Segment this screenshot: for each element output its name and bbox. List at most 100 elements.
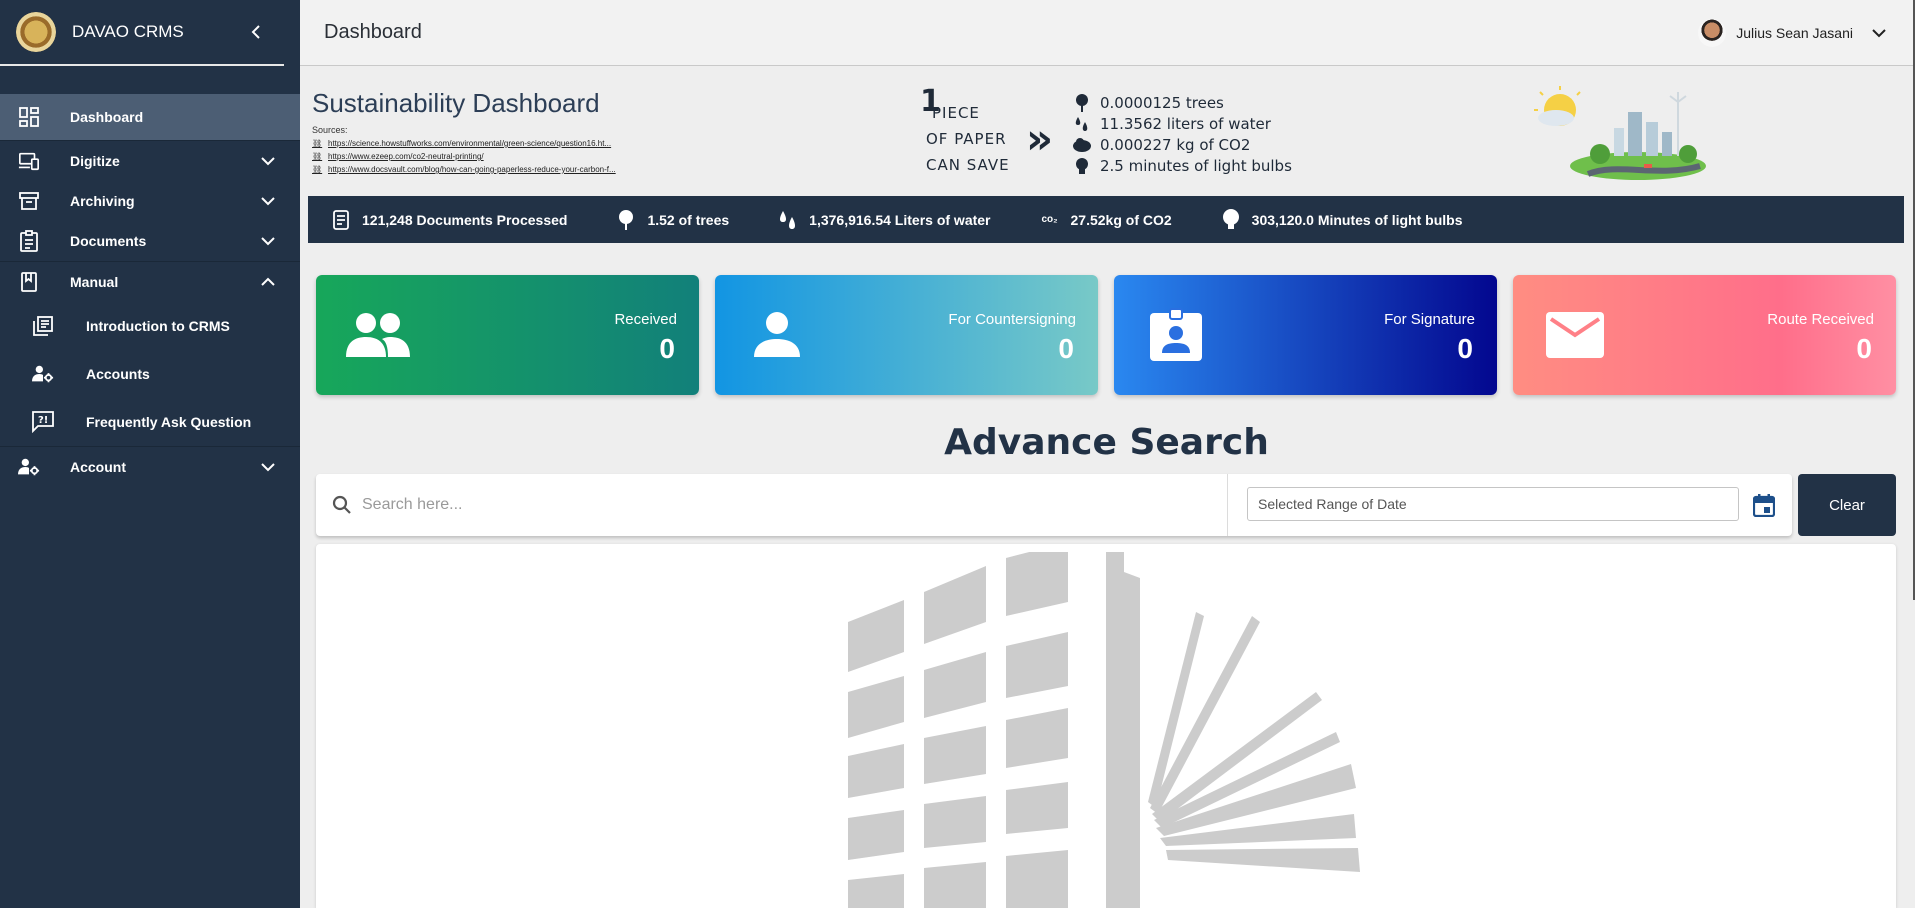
sidebar-item-label: Accounts — [86, 366, 150, 382]
sidebar-item-label: Archiving — [70, 193, 135, 209]
mail-icon — [1541, 307, 1609, 363]
calendar-icon — [1753, 494, 1775, 517]
card-value: 0 — [1058, 333, 1074, 364]
chevron-down-icon — [258, 231, 278, 251]
card-label: For Signature — [1384, 311, 1475, 328]
avatar — [1698, 18, 1727, 47]
card-label: Route Received — [1767, 311, 1874, 328]
tree-icon — [615, 209, 637, 231]
advance-search-title: Advance Search — [944, 422, 1269, 463]
dashboard-icon — [18, 106, 40, 128]
page-title: Dashboard — [324, 21, 422, 43]
main-content: Sustainability Dashboard Sources: ⛓ https… — [300, 66, 1913, 908]
card-label: For Countersigning — [948, 311, 1076, 328]
stat-water: 1,376,916.54 Liters of water — [777, 209, 991, 231]
card-value: 0 — [1457, 333, 1473, 364]
sidebar-item-faq[interactable]: ?! Frequently Ask Question — [0, 398, 300, 446]
badge-icon — [1142, 307, 1210, 363]
sidebar-item-label: Account — [70, 459, 126, 475]
search-field — [332, 474, 1212, 536]
brand-header: DAVAO CRMS — [0, 0, 284, 66]
co2-cloud-icon — [1072, 137, 1092, 153]
card-for-signature[interactable]: For Signature 0 — [1114, 275, 1497, 395]
calendar-button[interactable] — [1751, 492, 1777, 518]
watermark-logo — [848, 552, 1360, 908]
card-label: Received — [614, 311, 677, 328]
card-received[interactable]: Received 0 — [316, 275, 699, 395]
sustainability-title: Sustainability Dashboard — [312, 88, 600, 118]
chevron-down-icon — [258, 191, 278, 211]
link-icon: ⛓ — [312, 139, 323, 148]
infographic-piece: PIECE — [932, 104, 980, 122]
chevron-down-icon — [258, 151, 278, 171]
tree-icon — [1072, 93, 1092, 112]
sidebar-item-dashboard[interactable]: Dashboard — [0, 94, 300, 140]
water-drops-icon — [1072, 115, 1092, 133]
source-link[interactable]: ⛓ https://www.ezeep.com/co2-neutral-print… — [312, 152, 616, 161]
sidebar-item-label: Frequently Ask Question — [86, 414, 252, 430]
clear-button[interactable]: Clear — [1798, 474, 1896, 536]
sustainability-stats-bar: 121,248 Documents Processed 1.52 of tree… — [308, 196, 1904, 243]
devices-icon — [18, 150, 40, 172]
sidebar-item-archiving[interactable]: Archiving — [0, 181, 300, 221]
chevron-left-icon — [251, 25, 260, 39]
book-icon — [18, 271, 40, 293]
savings-item: 11.3562 liters of water — [1072, 113, 1302, 134]
sidebar: DAVAO CRMS Dashboard Digitize Archiving — [0, 0, 300, 908]
collapse-sidebar-button[interactable] — [244, 20, 268, 44]
source-link[interactable]: ⛓ https://www.docsvault.com/blog/how-can-… — [312, 165, 616, 174]
water-drops-icon — [777, 209, 799, 231]
search-results-panel — [316, 544, 1896, 908]
co2-icon: co₂ — [1041, 214, 1058, 225]
sidebar-item-label: Digitize — [70, 153, 120, 169]
savings-item: 0.000227 kg of CO2 — [1072, 134, 1302, 155]
sidebar-item-introduction[interactable]: Introduction to CRMS — [0, 302, 300, 350]
link-icon: ⛓ — [312, 165, 323, 174]
lightbulb-icon — [1072, 157, 1092, 175]
savings-item: 0.0000125 trees — [1072, 92, 1302, 113]
card-for-countersigning[interactable]: For Countersigning 0 — [715, 275, 1098, 395]
user-menu[interactable]: Julius Sean Jasani — [1698, 18, 1889, 47]
manual-subnav: Introduction to CRMS Accounts ?! Frequen… — [0, 302, 300, 446]
chevron-up-icon — [258, 272, 278, 292]
document-icon — [330, 209, 352, 231]
double-chevron-right-icon: » — [1026, 114, 1054, 163]
sustainability-header: Sustainability Dashboard Sources: ⛓ https… — [312, 88, 616, 174]
stat-co2: co₂ 27.52kg of CO2 — [1039, 209, 1171, 231]
manage-accounts-icon — [18, 456, 40, 478]
savings-item: 2.5 minutes of light bulbs — [1072, 155, 1302, 176]
sidebar-item-manual[interactable]: Manual — [0, 262, 300, 302]
sidebar-item-label: Dashboard — [70, 109, 144, 125]
manage-accounts-icon — [32, 363, 54, 385]
source-link[interactable]: ⛓ https://science.howstuffworks.com/envir… — [312, 139, 616, 148]
infographic-of-paper: OF PAPER — [926, 130, 1007, 148]
divider — [1227, 474, 1228, 536]
stat-trees: 1.52 of trees — [615, 209, 729, 231]
city-seal-logo — [16, 12, 56, 52]
sidebar-item-accounts[interactable]: Accounts — [0, 350, 300, 398]
top-bar: Dashboard Julius Sean Jasani — [300, 0, 1913, 66]
lightbulb-icon — [1220, 208, 1242, 231]
link-icon: ⛓ — [312, 152, 323, 161]
chevron-down-icon — [1869, 23, 1889, 43]
savings-list: 0.0000125 trees 11.3562 liters of water … — [1072, 92, 1302, 176]
card-value: 0 — [1856, 333, 1872, 364]
sidebar-item-account[interactable]: Account — [0, 447, 300, 487]
date-range-input[interactable] — [1248, 488, 1738, 520]
sidebar-item-documents[interactable]: Documents — [0, 221, 300, 261]
stat-documents: 121,248 Documents Processed — [330, 209, 567, 231]
infographic-can-save: CAN SAVE — [926, 156, 1010, 174]
chevron-down-icon — [258, 457, 278, 477]
library-books-icon — [32, 315, 54, 337]
sidebar-item-label: Introduction to CRMS — [86, 318, 230, 334]
user-name: Julius Sean Jasani — [1736, 24, 1853, 41]
sidebar-item-label: Documents — [70, 233, 147, 249]
sidebar-item-digitize[interactable]: Digitize — [0, 141, 300, 181]
svg-text:?!: ?! — [38, 415, 48, 426]
search-input[interactable] — [362, 496, 1162, 514]
person-icon — [743, 307, 811, 363]
app-title: DAVAO CRMS — [72, 22, 184, 41]
card-route-received[interactable]: Route Received 0 — [1513, 275, 1896, 395]
search-icon — [332, 495, 352, 515]
advance-search-bar: Clear — [316, 474, 1896, 536]
